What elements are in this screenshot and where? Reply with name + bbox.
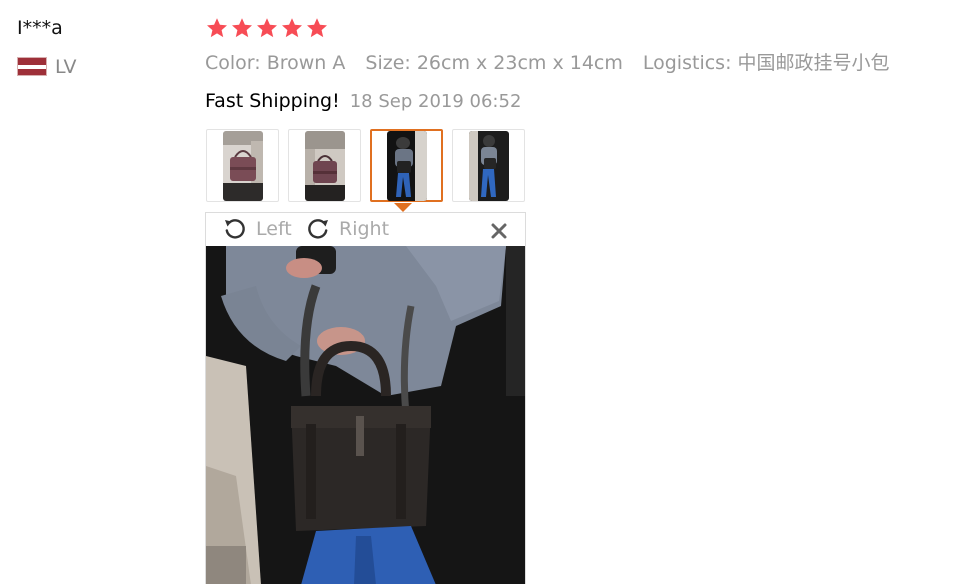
rotate-right-button[interactable]: Right [305,215,389,243]
reviewer-country: LV [55,56,77,78]
photo-viewer: Left Right [205,212,526,584]
star-rating [205,16,329,42]
review-date: 18 Sep 2019 06:52 [349,91,522,112]
logistics-info: Logistics: 中国邮政挂号小包 [642,52,890,74]
purchase-info: Color: Brown A Size: 26cm x 23cm x 14cm … [205,50,890,76]
large-review-photo [206,246,525,584]
rotate-left-icon [222,216,248,242]
star-icon [255,16,279,40]
viewer-toolbar: Left Right [206,213,525,245]
review-photo-thumbnail-1[interactable] [206,129,279,202]
rotate-right-icon [305,216,331,242]
rotate-left-button[interactable]: Left [222,215,292,243]
feedback-line: Fast Shipping! 18 Sep 2019 06:52 [205,88,521,115]
close-icon [487,219,511,243]
photo-image [386,130,427,201]
photo-image [304,130,345,201]
close-viewer-button[interactable] [487,219,511,243]
photo-image [468,130,509,201]
review-photo-thumbnail-4[interactable] [452,129,525,202]
latvia-flag-icon [17,57,47,76]
review-photo-thumbnail-3[interactable] [370,129,443,202]
photo-image [222,130,263,201]
star-icon [280,16,304,40]
star-icon [205,16,229,40]
size-option: Size: 26cm x 23cm x 14cm [365,52,623,74]
color-option: Color: Brown A [205,52,346,74]
star-icon [305,16,329,40]
rotate-left-label: Left [256,218,292,240]
review-photo-thumbnail-2[interactable] [288,129,361,202]
star-icon [230,16,254,40]
reviewer-name: I***a [17,17,63,39]
active-thumbnail-pointer [394,203,412,212]
feedback-text: Fast Shipping! [205,90,340,112]
rotate-right-label: Right [339,218,390,240]
